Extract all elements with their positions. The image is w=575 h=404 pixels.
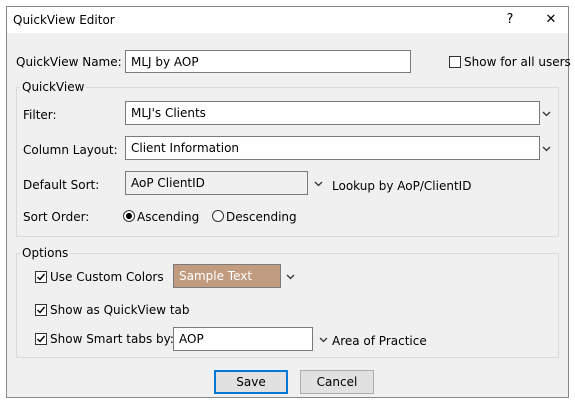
filter-select[interactable]: MLJ's Clients (125, 101, 540, 125)
ascending-radio[interactable] (123, 210, 135, 222)
show-all-users-checkbox[interactable] (449, 56, 461, 68)
column-layout-label: Column Layout: (23, 143, 118, 157)
default-sort-note: Lookup by AoP/ClientID (332, 179, 472, 193)
quickview-tab-checkbox[interactable] (35, 304, 47, 316)
column-layout-value: Client Information (131, 141, 240, 155)
filter-chevron-down-icon[interactable] (541, 109, 551, 119)
smart-tabs-value: AOP (179, 332, 204, 346)
options-group-title: Options (20, 246, 71, 260)
smart-tabs-checkbox[interactable] (35, 333, 47, 345)
smart-tabs-chevron-down-icon[interactable] (318, 335, 328, 345)
radio-selected-dot (126, 213, 132, 219)
quickview-tab-label: Show as QuickView tab (50, 303, 190, 317)
help-button[interactable]: ? (496, 8, 524, 30)
sample-text: Sample Text (179, 269, 253, 283)
custom-colors-checkbox[interactable] (35, 271, 47, 283)
filter-label: Filter: (23, 108, 57, 122)
default-sort-label: Default Sort: (23, 178, 100, 192)
default-sort-chevron-down-icon[interactable] (313, 179, 323, 189)
smart-tabs-select[interactable]: AOP (173, 327, 313, 351)
default-sort-value: AoP ClientID (131, 176, 205, 190)
show-all-users-label: Show for all users (464, 55, 571, 69)
column-layout-chevron-down-icon[interactable] (541, 144, 551, 154)
column-layout-select[interactable]: Client Information (125, 136, 540, 160)
check-icon (37, 306, 46, 314)
descending-label: Descending (226, 210, 297, 224)
sort-order-label: Sort Order: (23, 210, 90, 224)
default-sort-select[interactable]: AoP ClientID (125, 171, 308, 195)
custom-colors-label: Use Custom Colors (50, 270, 164, 284)
quickview-name-input[interactable]: MLJ by AOP (125, 50, 411, 73)
close-button[interactable]: ✕ (537, 8, 565, 30)
descending-radio[interactable] (212, 210, 224, 222)
check-icon (37, 335, 46, 343)
cancel-button[interactable]: Cancel (300, 370, 374, 394)
quickview-name-value: MLJ by AOP (131, 54, 199, 69)
smart-tabs-note: Area of Practice (332, 334, 427, 348)
quickview-name-label: QuickView Name: (16, 55, 122, 69)
check-icon (37, 273, 46, 281)
color-chevron-down-icon[interactable] (285, 272, 295, 282)
filter-value: MLJ's Clients (131, 106, 206, 120)
smart-tabs-label: Show Smart tabs by: (50, 332, 174, 346)
save-button[interactable]: Save (214, 370, 288, 394)
ascending-label: Ascending (137, 210, 200, 224)
quickview-group-title: QuickView (20, 80, 87, 94)
dialog-title: QuickView Editor (13, 13, 115, 27)
sample-text-swatch[interactable]: Sample Text (173, 264, 281, 288)
